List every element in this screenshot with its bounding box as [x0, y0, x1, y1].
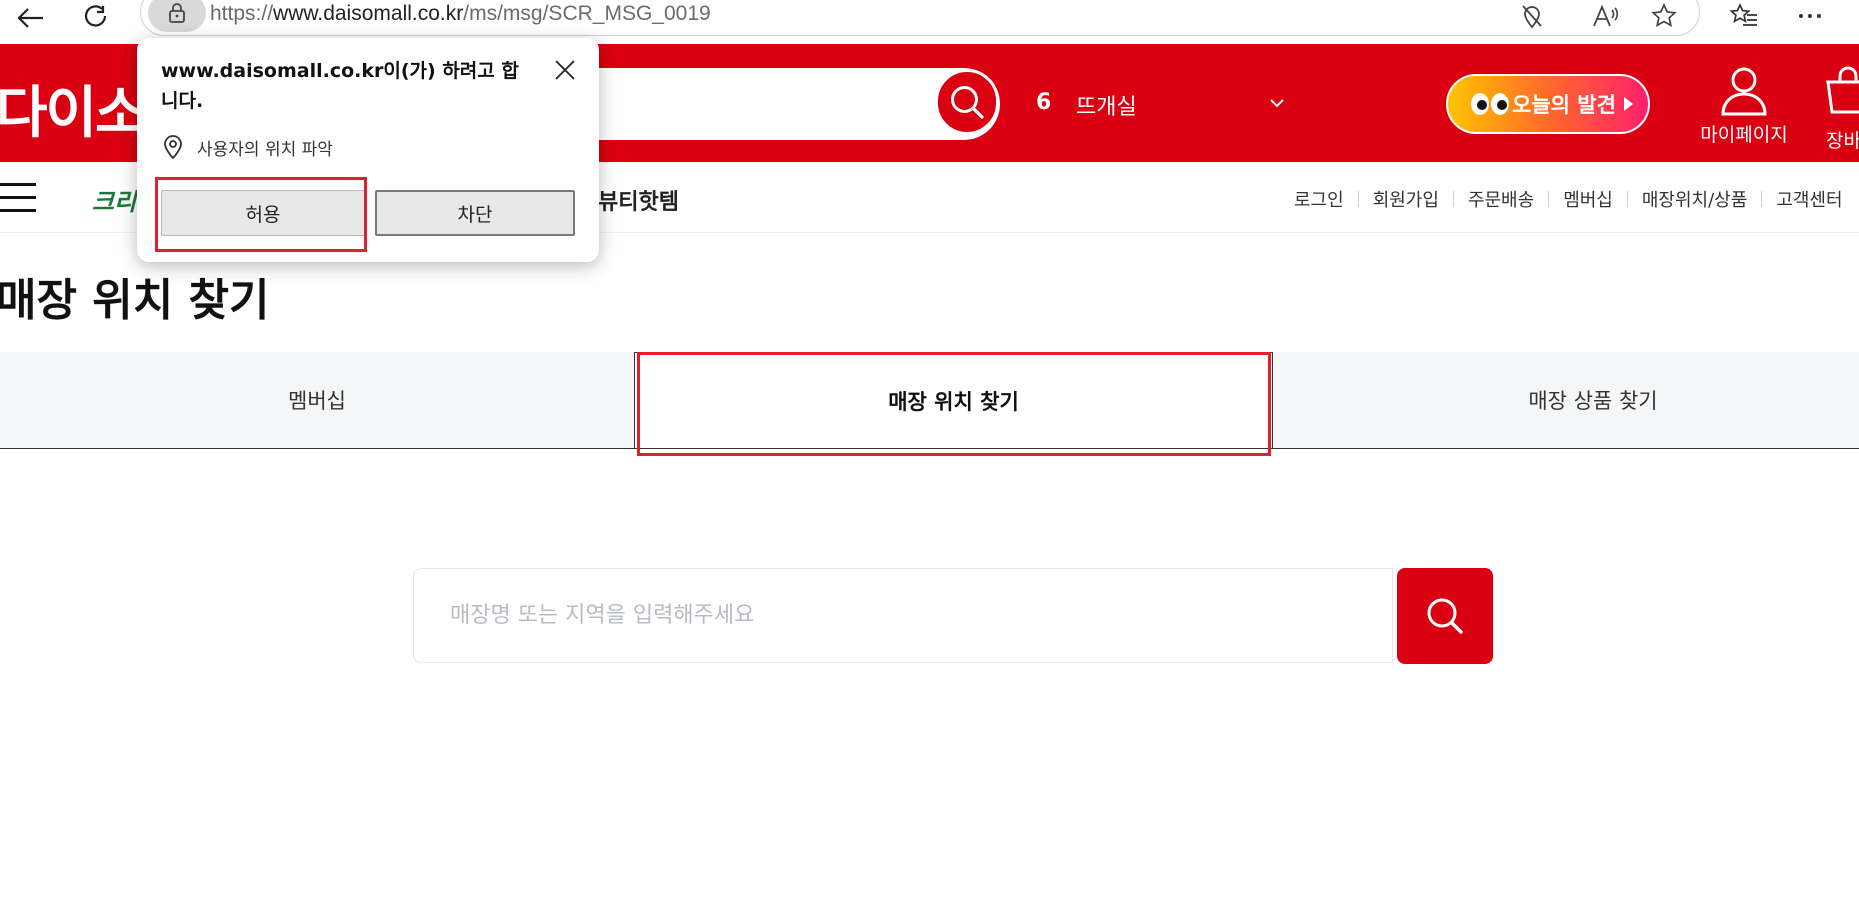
- url-host: www.daisomall.co.kr: [273, 2, 464, 25]
- permission-request-row: 사용자의 위치 파악: [161, 134, 333, 160]
- favorites-icon: [1729, 3, 1757, 26]
- hamburger-icon[interactable]: [0, 183, 36, 213]
- header-search-button[interactable]: [935, 69, 999, 135]
- read-aloud-button[interactable]: [1590, 2, 1622, 30]
- today-discover-button[interactable]: 오늘의 발견: [1446, 74, 1650, 134]
- divider: [1548, 191, 1550, 207]
- utility-links: 로그인 회원가입 주문배송 멤버십 매장위치/상품 고객센터: [1294, 186, 1843, 212]
- cart-label: 장바구니: [1826, 130, 1859, 152]
- chevron-down-icon[interactable]: [1266, 92, 1288, 114]
- close-icon: [555, 60, 575, 80]
- today-discover-label: 오늘의 발견: [1512, 93, 1616, 117]
- url-path: /ms/msg/SCR_MSG_0019: [463, 2, 711, 25]
- site-logo[interactable]: 다이소: [0, 68, 147, 149]
- customer-center-link[interactable]: 고객센터: [1776, 186, 1842, 212]
- permission-request-label: 사용자의 위치 파악: [197, 139, 333, 160]
- page-title: 매장 위치 찾기: [0, 275, 270, 326]
- nav-item-beauty[interactable]: 뷰티핫템: [598, 184, 679, 216]
- lock-icon: [169, 3, 185, 23]
- favorite-button[interactable]: [1648, 2, 1680, 30]
- mypage-button[interactable]: 마이페이지: [1696, 64, 1792, 156]
- membership-link[interactable]: 멤버십: [1563, 186, 1613, 212]
- url-scheme: https://: [210, 2, 274, 25]
- refresh-button[interactable]: [76, 2, 116, 34]
- divider: [1452, 191, 1454, 207]
- block-button[interactable]: 차단: [375, 190, 575, 236]
- store-search-input[interactable]: [414, 569, 1392, 662]
- divider: [1761, 191, 1763, 207]
- mypage-label: 마이페이지: [1700, 124, 1788, 146]
- more-button[interactable]: [1790, 2, 1830, 30]
- user-icon: [1721, 67, 1767, 116]
- site-info-button[interactable]: [148, 0, 206, 32]
- order-delivery-link[interactable]: 주문배송: [1468, 186, 1534, 212]
- highlight-box-tab: [637, 352, 1271, 456]
- location-blocked-button[interactable]: [1516, 2, 1548, 30]
- cart-icon: [1826, 66, 1859, 114]
- search-icon: [951, 86, 984, 119]
- highlight-box-allow: [155, 177, 367, 252]
- back-button[interactable]: [10, 2, 50, 34]
- divider: [1357, 191, 1359, 207]
- tab-store-product[interactable]: 매장 상품 찾기: [1273, 352, 1859, 448]
- back-icon: [17, 8, 43, 28]
- store-search-field[interactable]: [413, 568, 1393, 663]
- header-search-input[interactable]: [560, 68, 1000, 140]
- close-button[interactable]: [545, 50, 585, 90]
- play-arrow-icon: [1624, 97, 1633, 111]
- tab-membership[interactable]: 멤버십: [0, 352, 634, 448]
- url-text[interactable]: https://www.daisomall.co.kr/ms/msg/SCR_M…: [210, 2, 711, 26]
- eyes-icon: [1471, 93, 1509, 115]
- nav-item-category[interactable]: 크리: [92, 182, 136, 217]
- search-icon: [1427, 598, 1463, 634]
- signup-link[interactable]: 회원가입: [1373, 186, 1439, 212]
- star-icon: [1651, 3, 1677, 27]
- location-off-icon: [1522, 5, 1542, 29]
- location-pin-icon: [164, 135, 182, 160]
- store-search-button[interactable]: [1397, 568, 1493, 664]
- trending-keyword[interactable]: 뜨개실: [1076, 89, 1137, 121]
- refresh-icon: [84, 5, 107, 27]
- cart-button[interactable]: 장바구니: [1818, 64, 1859, 156]
- favorites-button[interactable]: [1724, 2, 1764, 30]
- permission-title: www.daisomall.co.kr이(가) 하려고 합니다.: [161, 60, 519, 112]
- store-location-link[interactable]: 매장위치/상품: [1642, 186, 1747, 212]
- read-aloud-icon: [1593, 4, 1619, 27]
- divider: [1626, 191, 1628, 207]
- more-icon: [1799, 14, 1821, 18]
- login-link[interactable]: 로그인: [1294, 186, 1344, 212]
- trending-rank-number: 6: [1036, 90, 1052, 115]
